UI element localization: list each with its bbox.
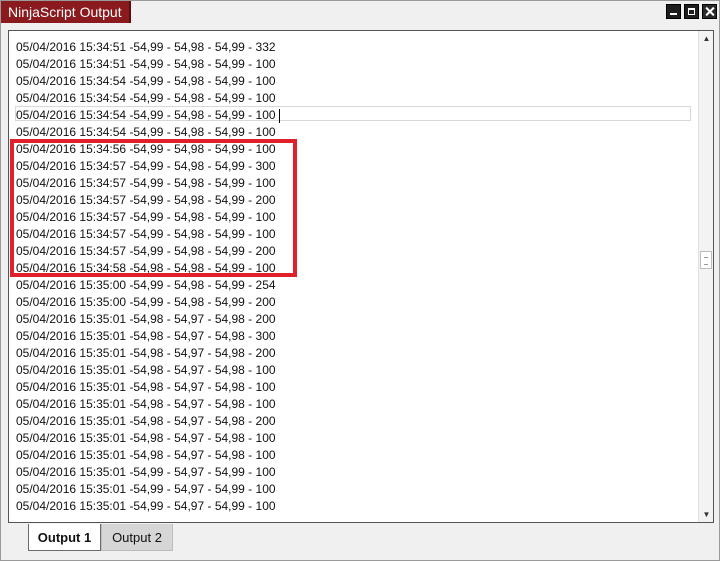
log-line: 05/04/2016 15:35:01 -54,99 - 54,97 - 54,… <box>16 499 276 513</box>
log-line: 05/04/2016 15:35:00 -54,99 - 54,98 - 54,… <box>16 295 276 309</box>
log-line: 05/04/2016 15:34:51 -54,99 - 54,98 - 54,… <box>16 40 276 54</box>
minimize-icon[interactable] <box>666 4 681 19</box>
log-line: 05/04/2016 15:35:00 -54,99 - 54,98 - 54,… <box>16 278 276 292</box>
ninjascript-output-window: NinjaScript Output 05/04/2016 15:34:51 -… <box>0 0 720 561</box>
window-title: NinjaScript Output <box>1 1 131 23</box>
vertical-scrollbar[interactable]: ▲ ▼ <box>698 31 713 522</box>
scroll-down-arrow-icon[interactable]: ▼ <box>699 507 714 522</box>
maximize-icon[interactable] <box>684 4 699 19</box>
output-panel[interactable]: 05/04/2016 15:34:51 -54,99 - 54,98 - 54,… <box>8 30 714 523</box>
close-icon[interactable] <box>702 4 717 19</box>
log-line: 05/04/2016 15:35:01 -54,98 - 54,97 - 54,… <box>16 329 276 343</box>
scroll-thumb[interactable] <box>700 251 712 269</box>
log-line: 05/04/2016 15:34:54 -54,99 - 54,98 - 54,… <box>16 108 276 122</box>
window-controls <box>666 4 717 19</box>
log-line: 05/04/2016 15:35:01 -54,98 - 54,97 - 54,… <box>16 431 276 445</box>
title-bar[interactable]: NinjaScript Output <box>1 1 719 23</box>
log-line: 05/04/2016 15:34:54 -54,99 - 54,98 - 54,… <box>16 74 276 88</box>
scroll-up-arrow-icon[interactable]: ▲ <box>699 31 714 46</box>
log-line: 05/04/2016 15:35:01 -54,98 - 54,97 - 54,… <box>16 346 276 360</box>
log-line: 05/04/2016 15:34:51 -54,99 - 54,98 - 54,… <box>16 57 276 71</box>
log-line: 05/04/2016 15:35:01 -54,98 - 54,97 - 54,… <box>16 312 276 326</box>
log-line: 05/04/2016 15:34:54 -54,99 - 54,98 - 54,… <box>16 91 276 105</box>
log-line: 05/04/2016 15:35:01 -54,99 - 54,97 - 54,… <box>16 482 276 496</box>
log-line: 05/04/2016 15:35:01 -54,98 - 54,97 - 54,… <box>16 397 276 411</box>
tab-output-2[interactable]: Output 2 <box>101 524 173 551</box>
highlight-annotation-box <box>10 139 297 277</box>
log-line: 05/04/2016 15:35:01 -54,98 - 54,97 - 54,… <box>16 380 276 394</box>
log-line: 05/04/2016 15:35:01 -54,98 - 54,97 - 54,… <box>16 448 276 462</box>
log-line: 05/04/2016 15:35:01 -54,98 - 54,97 - 54,… <box>16 363 276 377</box>
log-line: 05/04/2016 15:35:01 -54,99 - 54,97 - 54,… <box>16 465 276 479</box>
tab-output-1[interactable]: Output 1 <box>28 524 101 551</box>
text-caret <box>279 109 280 123</box>
log-line: 05/04/2016 15:35:01 -54,98 - 54,97 - 54,… <box>16 414 276 428</box>
